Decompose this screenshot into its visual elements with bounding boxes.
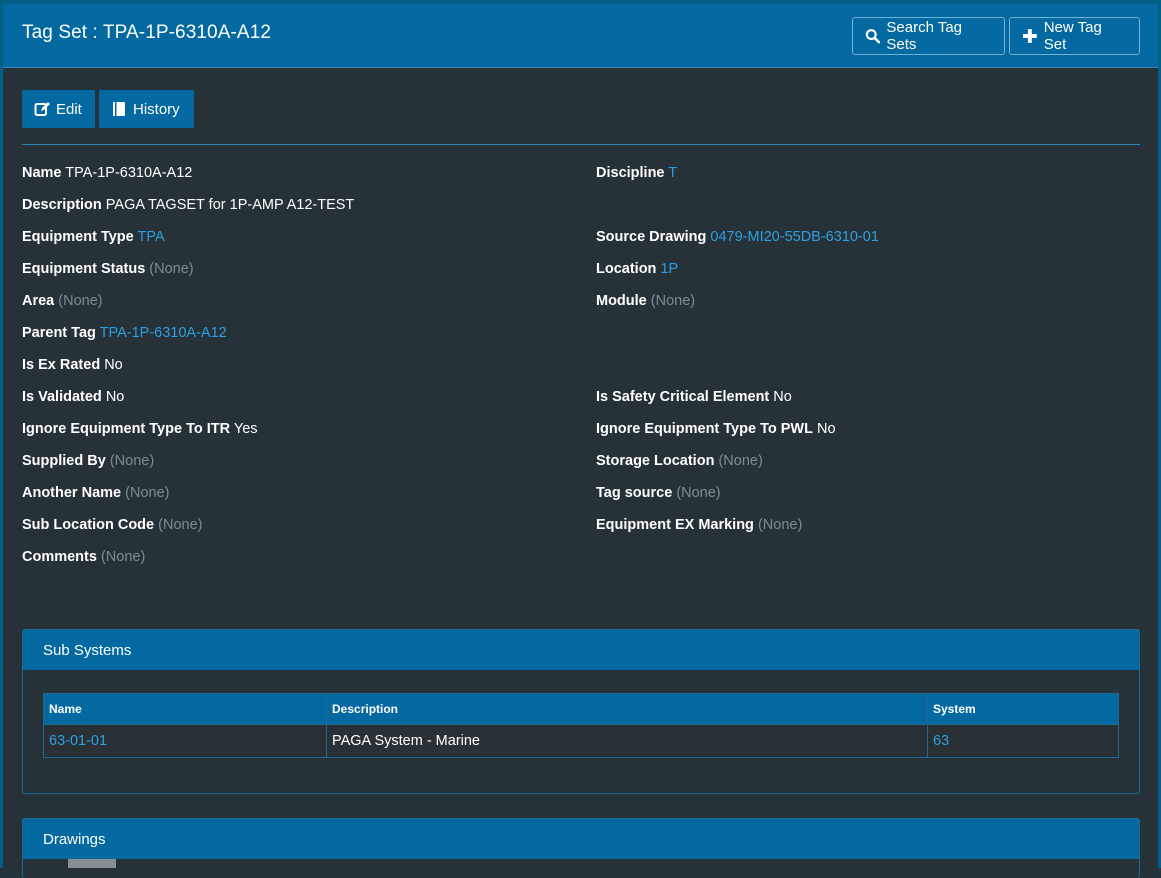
field-another-name: Another Name (None) [22, 485, 170, 501]
field-name: Name TPA-1P-6310A-A12 [22, 165, 193, 181]
column-header-name[interactable]: Name [43, 693, 327, 725]
page-header: Tag Set : TPA-1P-6310A-A12 Search Tag Se… [3, 4, 1158, 68]
book-icon [113, 102, 125, 116]
equipment-type-link[interactable]: TPA [138, 229, 165, 245]
sub-systems-table: Name Description System 63-01-01 PAGA Sy… [43, 693, 1119, 758]
history-label: History [133, 100, 180, 118]
table-row: 63-01-01 PAGA System - Marine 63 [43, 724, 1119, 758]
field-supplied-by: Supplied By (None) [22, 453, 155, 469]
field-ignore-equipment-type-itr: Ignore Equipment Type To ITR Yes [22, 421, 258, 437]
field-storage-location: Storage Location (None) [596, 453, 763, 469]
subsystem-name-link[interactable]: 63-01-01 [49, 733, 107, 749]
field-equipment-type: Equipment Type TPA [22, 229, 165, 245]
source-drawing-link[interactable]: 0479-MI20-55DB-6310-01 [710, 229, 878, 245]
page-frame: Tag Set : TPA-1P-6310A-A12 Search Tag Se… [0, 0, 1161, 878]
cell-system: 63 [927, 724, 1119, 758]
search-tag-sets-button[interactable]: Search Tag Sets [852, 17, 1005, 55]
field-sub-location-code: Sub Location Code (None) [22, 517, 203, 533]
search-tag-sets-label: Search Tag Sets [886, 19, 962, 53]
field-module: Module (None) [596, 293, 696, 309]
sub-systems-panel: Sub Systems Name Description System 63-0… [22, 629, 1140, 794]
edit-label: Edit [56, 100, 82, 118]
location-link[interactable]: 1P [660, 261, 678, 277]
field-is-ex-rated: Is Ex Rated No [22, 357, 123, 373]
column-header-system[interactable]: System [927, 693, 1119, 725]
field-source-drawing: Source Drawing 0479-MI20-55DB-6310-01 [596, 229, 879, 245]
edit-icon [34, 102, 50, 116]
column-header-description[interactable]: Description [326, 693, 928, 725]
cell-description: PAGA System - Marine [326, 724, 928, 758]
field-tag-source: Tag source (None) [596, 485, 721, 501]
table-header-row: Name Description System [43, 693, 1119, 725]
field-is-safety-critical: Is Safety Critical Element No [596, 389, 792, 405]
system-link[interactable]: 63 [933, 733, 949, 749]
drawings-title: Drawings [23, 819, 1139, 859]
field-area: Area (None) [22, 293, 103, 309]
section-divider [22, 144, 1140, 145]
field-location: Location 1P [596, 261, 679, 277]
discipline-link[interactable]: T [668, 165, 677, 181]
field-discipline: Discipline T [596, 165, 678, 181]
field-parent-tag: Parent Tag TPA-1P-6310A-A12 [22, 325, 227, 341]
field-description: Description PAGA TAGSET for 1P-AMP A12-T… [22, 197, 355, 213]
parent-tag-link[interactable]: TPA-1P-6310A-A12 [100, 325, 227, 341]
search-icon [865, 29, 881, 44]
horizontal-scrollbar-thumb[interactable] [68, 859, 116, 868]
edit-button[interactable]: Edit [22, 90, 95, 128]
sub-systems-title: Sub Systems [23, 630, 1139, 670]
field-is-validated: Is Validated No [22, 389, 125, 405]
field-ignore-equipment-type-pwl: Ignore Equipment Type To PWL No [596, 421, 836, 437]
history-button[interactable]: History [99, 90, 194, 128]
new-tag-set-label: New Tag Set [1043, 19, 1102, 53]
drawings-panel: Drawings [22, 818, 1140, 878]
cell-name: 63-01-01 [43, 724, 327, 758]
field-equipment-status: Equipment Status (None) [22, 261, 194, 277]
field-comments: Comments (None) [22, 549, 146, 565]
plus-icon [1022, 29, 1037, 43]
field-equipment-ex-marking: Equipment EX Marking (None) [596, 517, 803, 533]
new-tag-set-button[interactable]: New Tag Set [1009, 17, 1140, 55]
page-title: Tag Set : TPA-1P-6310A-A12 [22, 22, 272, 43]
